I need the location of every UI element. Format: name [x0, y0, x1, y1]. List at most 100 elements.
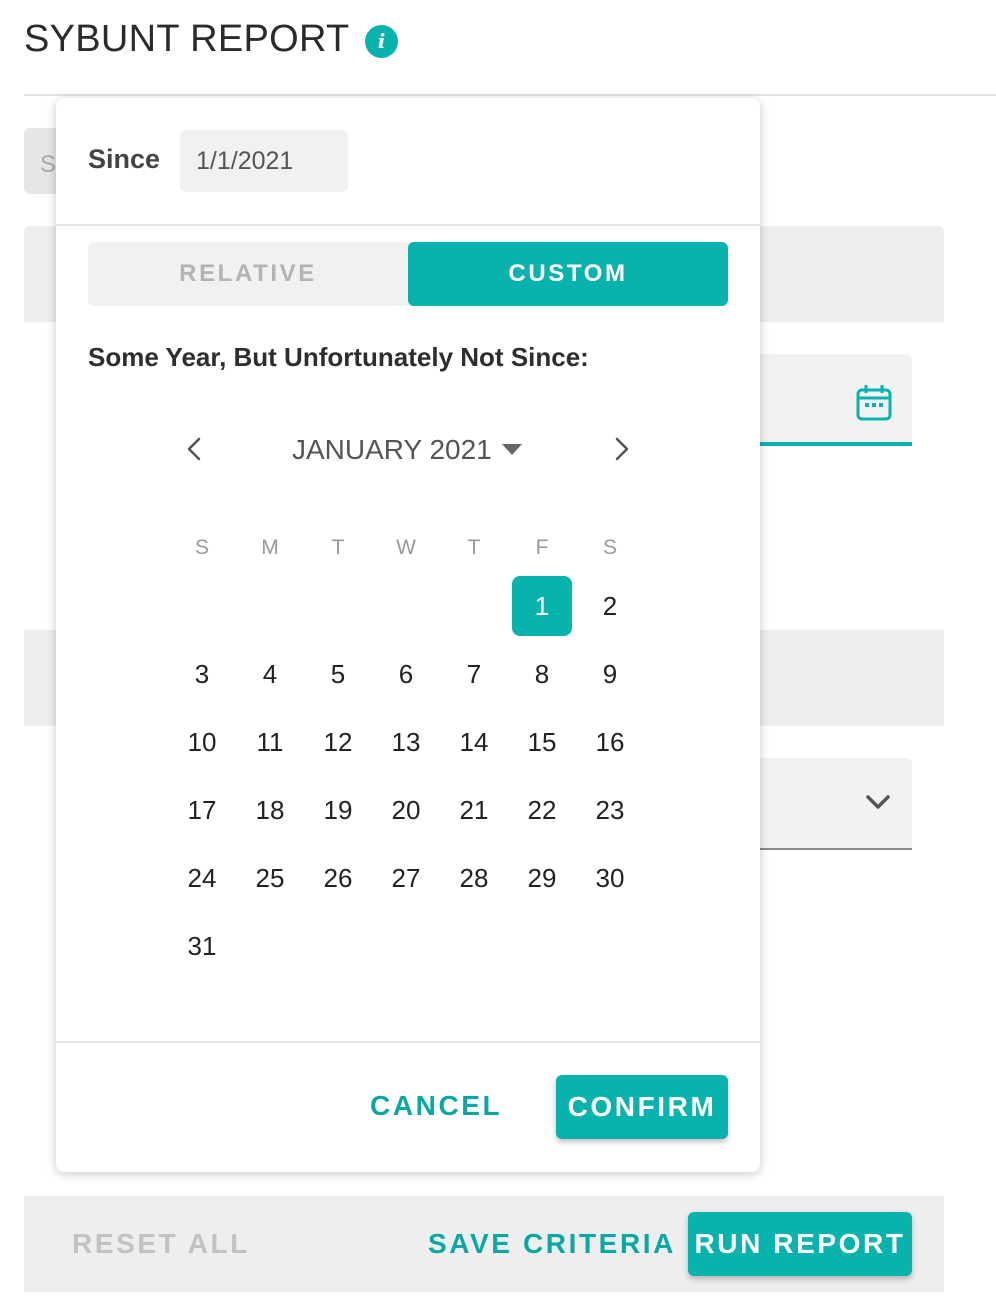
calendar-day-label: 26: [323, 863, 353, 893]
since-date-input[interactable]: [180, 130, 348, 192]
calendar-day[interactable]: 27: [372, 844, 440, 912]
cancel-button[interactable]: CANCEL: [370, 1090, 502, 1122]
reset-all-button[interactable]: RESET ALL: [72, 1228, 250, 1260]
run-report-button[interactable]: RUN REPORT: [688, 1212, 912, 1276]
date-picker-popover: Since RELATIVE CUSTOM Some Year, But Unf…: [56, 98, 760, 1172]
calendar-day-label: 3: [194, 659, 210, 689]
calendar-day-label: 8: [534, 659, 550, 689]
calendar-day[interactable]: 28: [440, 844, 508, 912]
calendar-day[interactable]: 30: [576, 844, 644, 912]
calendar-day[interactable]: 4: [236, 640, 304, 708]
caret-down-icon[interactable]: [502, 444, 522, 455]
calendar-empty-cell: [168, 572, 236, 640]
popover-divider-bottom: [56, 1041, 760, 1043]
toggle-custom[interactable]: CUSTOM: [408, 242, 728, 306]
calendar-day-label: 11: [256, 727, 284, 757]
calendar-day-label: [376, 576, 436, 636]
calendar-week-row: 12: [168, 572, 644, 640]
calendar-day[interactable]: 10: [168, 708, 236, 776]
calendar-day[interactable]: 26: [304, 844, 372, 912]
calendar-day[interactable]: 1: [508, 572, 576, 640]
calendar-day-label: [444, 576, 504, 636]
calendar-day-label: 9: [602, 659, 618, 689]
calendar-day[interactable]: 29: [508, 844, 576, 912]
calendar-day-label: 18: [255, 795, 285, 825]
calendar-day-label: [444, 916, 504, 976]
weekday-label: M: [261, 536, 279, 559]
calendar-day-label: 7: [466, 659, 482, 689]
calendar-day[interactable]: 9: [576, 640, 644, 708]
calendar-day[interactable]: 31: [168, 912, 236, 980]
calendar-day-label: [376, 916, 436, 976]
page-title: SYBUNT REPORT: [24, 18, 350, 60]
calendar-day-label: 22: [527, 795, 557, 825]
calendar-empty-cell: [440, 912, 508, 980]
calendar-day-label: [172, 576, 232, 636]
calendar-day-label: [308, 916, 368, 976]
calendar-day[interactable]: 8: [508, 640, 576, 708]
calendar-day[interactable]: 6: [372, 640, 440, 708]
calendar-day-label: 14: [459, 727, 489, 757]
calendar-day-label: 13: [391, 727, 421, 757]
calendar-day[interactable]: 21: [440, 776, 508, 844]
save-criteria-button[interactable]: SAVE CRITERIA: [428, 1228, 676, 1260]
chevron-left-icon[interactable]: [182, 434, 206, 464]
confirm-button[interactable]: CONFIRM: [556, 1075, 728, 1139]
date-prompt: Some Year, But Unfortunately Not Since:: [88, 342, 589, 372]
calendar-day-label: 4: [262, 659, 278, 689]
calendar-empty-cell: [576, 912, 644, 980]
calendar-day-label: 1: [512, 576, 572, 636]
calendar-day[interactable]: 20: [372, 776, 440, 844]
calendar-day[interactable]: 17: [168, 776, 236, 844]
calendar-day-label: 6: [398, 659, 414, 689]
calendar-icon[interactable]: [856, 384, 892, 422]
calendar-day[interactable]: 18: [236, 776, 304, 844]
calendar-day-label: [512, 916, 572, 976]
calendar-day[interactable]: 24: [168, 844, 236, 912]
calendar-empty-cell: [304, 912, 372, 980]
date-mode-toggle: RELATIVE CUSTOM: [88, 242, 728, 306]
calendar-week-row: 3 4 5 6 7 8 9: [168, 640, 644, 708]
calendar-day-label: 31: [187, 931, 217, 961]
calendar-empty-cell: [372, 572, 440, 640]
calendar-day[interactable]: 25: [236, 844, 304, 912]
calendar-day[interactable]: 5: [304, 640, 372, 708]
toggle-relative[interactable]: RELATIVE: [88, 242, 408, 306]
calendar-day-label: 16: [595, 727, 625, 757]
weekday-label: W: [396, 536, 416, 559]
calendar-day[interactable]: 11: [236, 708, 304, 776]
chevron-down-icon[interactable]: [864, 792, 892, 812]
calendar-day[interactable]: 16: [576, 708, 644, 776]
calendar-day[interactable]: 14: [440, 708, 508, 776]
calendar-day[interactable]: 22: [508, 776, 576, 844]
calendar-empty-cell: [236, 912, 304, 980]
calendar-day-label: 27: [391, 863, 421, 893]
calendar-weeks: 1 2 3 4 5 6 7 8 9 10 11 12 13 14 15 16 17 18 19 20 21 22 23 24 2…: [168, 572, 644, 980]
calendar-day-label: 5: [330, 659, 346, 689]
background-tab-label: S: [40, 151, 57, 178]
info-icon[interactable]: i: [365, 25, 398, 58]
weekday-header: S M T W T F S: [168, 524, 644, 572]
footer-bar: RESET ALL SAVE CRITERIA RUN REPORT: [24, 1196, 944, 1292]
calendar-day[interactable]: 12: [304, 708, 372, 776]
calendar-day-label: 21: [459, 795, 489, 825]
calendar-day-label: 29: [527, 863, 557, 893]
calendar-day[interactable]: 13: [372, 708, 440, 776]
calendar-empty-cell: [372, 912, 440, 980]
calendar-day[interactable]: 2: [576, 572, 644, 640]
calendar-day-label: [240, 916, 300, 976]
calendar-day[interactable]: 19: [304, 776, 372, 844]
since-label: Since: [88, 144, 161, 174]
calendar-day-label: 10: [187, 727, 217, 757]
chevron-right-icon[interactable]: [610, 434, 634, 464]
calendar-day[interactable]: 23: [576, 776, 644, 844]
weekday-label: T: [331, 536, 345, 559]
month-year-label[interactable]: JANUARY 2021: [292, 434, 492, 466]
calendar-day-label: 30: [595, 863, 625, 893]
calendar-day[interactable]: 15: [508, 708, 576, 776]
calendar-week-row: 31: [168, 912, 644, 980]
calendar-day[interactable]: 7: [440, 640, 508, 708]
calendar-empty-cell: [508, 912, 576, 980]
calendar-week-row: 24 25 26 27 28 29 30: [168, 844, 644, 912]
calendar-day[interactable]: 3: [168, 640, 236, 708]
